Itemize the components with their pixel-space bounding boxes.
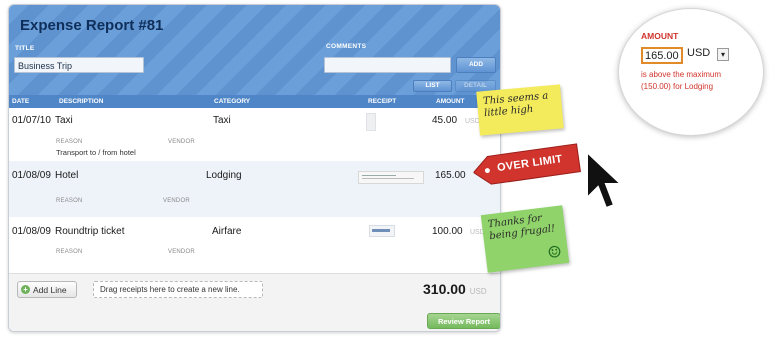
row-amount[interactable]: 100.00 [432,226,463,237]
table-row[interactable] [9,161,500,217]
add-line-label: Add Line [33,285,67,295]
receipt-thumbnail-icon[interactable] [358,171,424,184]
frugal-note-text: Thanks for being frugal! [487,212,556,243]
row-date: 01/08/09 [12,226,51,237]
reason-label: REASON [56,249,83,255]
currency-select-value: USD [687,47,711,59]
row-description[interactable]: Taxi [55,115,73,126]
receipt-thumbnail-icon[interactable] [366,113,376,131]
arrow-cursor-icon [586,150,624,210]
bubble-amount-label: AMOUNT [641,31,679,41]
row-amount[interactable]: 45.00 [432,115,457,126]
currency-select[interactable]: USD ▾ [687,47,733,64]
add-comment-button[interactable]: ADD [456,57,496,73]
report-title: Expense Report #81 [20,17,164,34]
total-amount: 310.00 [423,281,466,297]
add-line-button[interactable]: + Add Line [17,281,77,298]
plus-circle-icon: + [21,285,30,294]
reason-label: REASON [56,139,83,145]
title-input[interactable]: Business Trip [14,57,144,73]
vendor-label: VENDOR [168,249,195,255]
expense-report-panel: Expense Report #81 TITLE Business Trip C… [8,4,501,332]
row-date: 01/08/09 [12,170,51,181]
amount-detail-bubble: AMOUNT 165.00 USD ▾ is above the maximum… [618,8,764,136]
row-description[interactable]: Hotel [55,170,78,181]
receipt-drop-zone[interactable]: Drag receipts here to create a new line. [93,281,263,298]
row-category[interactable]: Taxi [213,115,231,126]
column-header-receipt[interactable]: RECEIPT [368,98,396,105]
bubble-amount-input[interactable]: 165.00 [641,47,683,64]
smiley-icon: ☺ [546,241,563,263]
row-category[interactable]: Airfare [212,226,241,237]
vendor-label: VENDOR [168,139,195,145]
column-header-date[interactable]: DATE [12,98,29,105]
report-total: 310.00 USD [423,281,487,297]
sticky-note-high: This seems a little high [476,84,564,136]
vendor-label: VENDOR [163,198,190,204]
column-header-amount[interactable]: AMOUNT [436,98,465,105]
total-currency: USD [469,287,487,296]
row-amount[interactable]: 165.00 [435,170,466,181]
comments-input[interactable] [324,57,451,73]
bubble-warning-message: is above the maximum (150.00) for Lodgin… [641,70,722,91]
chevron-down-icon[interactable]: ▾ [717,48,729,61]
row-currency: USD [465,118,480,125]
column-header-description[interactable]: DESCRIPTION [59,98,103,105]
receipt-thumbnail-icon[interactable] [369,225,395,237]
review-report-button[interactable]: Review Report [427,313,500,329]
reason-value[interactable]: Transport to / from hotel [56,148,136,157]
comments-label: COMMENTS [326,43,367,50]
reason-label: REASON [56,198,83,204]
row-category[interactable]: Lodging [206,170,242,181]
list-view-button[interactable]: LIST [413,80,452,92]
sticky-note-frugal: Thanks for being frugal! ☺ [480,205,570,273]
row-date: 01/07/10 [12,115,51,126]
title-label: TITLE [15,45,35,52]
column-header-category[interactable]: CATEGORY [214,98,250,105]
row-description[interactable]: Roundtrip ticket [55,226,124,237]
